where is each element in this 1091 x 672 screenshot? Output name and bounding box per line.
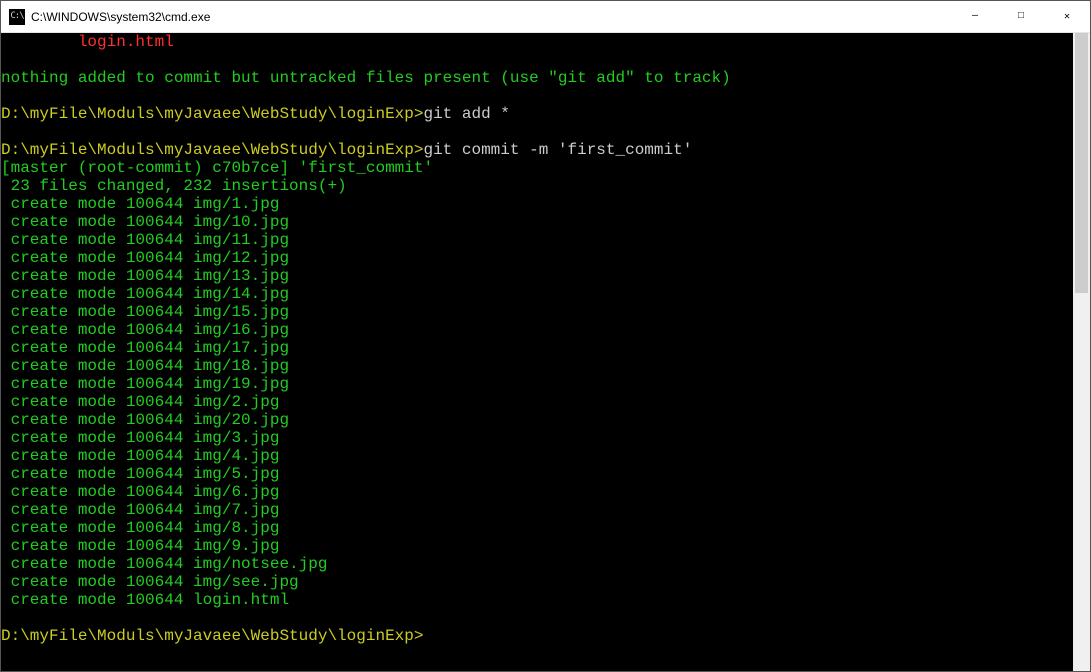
- titlebar[interactable]: C:\ C:\WINDOWS\system32\cmd.exe — □ ✕: [1, 1, 1090, 33]
- output-line: create mode 100644 img/15.jpg: [1, 303, 289, 321]
- output-line: create mode 100644 login.html: [1, 591, 289, 609]
- terminal[interactable]: login.html nothing added to commit but u…: [1, 33, 1073, 671]
- output-line: create mode 100644 img/notsee.jpg: [1, 555, 327, 573]
- output-line: create mode 100644 img/1.jpg: [1, 195, 279, 213]
- window-controls: — □ ✕: [952, 1, 1090, 32]
- output-line: create mode 100644 img/8.jpg: [1, 519, 279, 537]
- command-text: git commit -m 'first_commit': [423, 141, 692, 159]
- output-line: create mode 100644 img/16.jpg: [1, 321, 289, 339]
- output-line: create mode 100644 img/14.jpg: [1, 285, 289, 303]
- output-line: 23 files changed, 232 insertions(+): [1, 177, 347, 195]
- output-line: create mode 100644 img/19.jpg: [1, 375, 289, 393]
- output-line: create mode 100644 img/6.jpg: [1, 483, 279, 501]
- cmd-window: C:\ C:\WINDOWS\system32\cmd.exe — □ ✕ lo…: [0, 0, 1091, 672]
- maximize-button[interactable]: □: [998, 1, 1044, 32]
- prompt-path: D:\myFile\Moduls\myJavaee\WebStudy\login…: [1, 141, 423, 159]
- output-line: create mode 100644 img/12.jpg: [1, 249, 289, 267]
- output-line: create mode 100644 img/7.jpg: [1, 501, 279, 519]
- output-line: create mode 100644 img/see.jpg: [1, 573, 299, 591]
- output-line: create mode 100644 img/2.jpg: [1, 393, 279, 411]
- output-line: create mode 100644 img/4.jpg: [1, 447, 279, 465]
- app-icon-text: C:\: [10, 12, 23, 21]
- scrollbar-thumb[interactable]: [1075, 33, 1088, 293]
- output-line: create mode 100644 img/3.jpg: [1, 429, 279, 447]
- output-line: create mode 100644 img/17.jpg: [1, 339, 289, 357]
- window-title: C:\WINDOWS\system32\cmd.exe: [31, 10, 952, 24]
- minimize-icon: —: [972, 11, 978, 22]
- minimize-button[interactable]: —: [952, 1, 998, 32]
- output-line: create mode 100644 img/20.jpg: [1, 411, 289, 429]
- output-line: create mode 100644 img/9.jpg: [1, 537, 279, 555]
- prompt-path: D:\myFile\Moduls\myJavaee\WebStudy\login…: [1, 105, 423, 123]
- output-line: create mode 100644 img/10.jpg: [1, 213, 289, 231]
- close-button[interactable]: ✕: [1044, 1, 1090, 32]
- untracked-file-line: login.html: [1, 33, 174, 51]
- close-icon: ✕: [1064, 11, 1070, 23]
- output-line: create mode 100644 img/13.jpg: [1, 267, 289, 285]
- status-line: nothing added to commit but untracked fi…: [1, 69, 731, 87]
- output-line: create mode 100644 img/18.jpg: [1, 357, 289, 375]
- output-line: create mode 100644 img/11.jpg: [1, 231, 289, 249]
- prompt-path: D:\myFile\Moduls\myJavaee\WebStudy\login…: [1, 627, 423, 645]
- output-line: [master (root-commit) c70b7ce] 'first_co…: [1, 159, 433, 177]
- output-line: create mode 100644 img/5.jpg: [1, 465, 279, 483]
- terminal-area: login.html nothing added to commit but u…: [1, 33, 1090, 671]
- maximize-icon: □: [1018, 11, 1024, 22]
- command-text: git add *: [423, 105, 509, 123]
- vertical-scrollbar[interactable]: [1073, 33, 1090, 671]
- app-icon: C:\: [9, 9, 25, 25]
